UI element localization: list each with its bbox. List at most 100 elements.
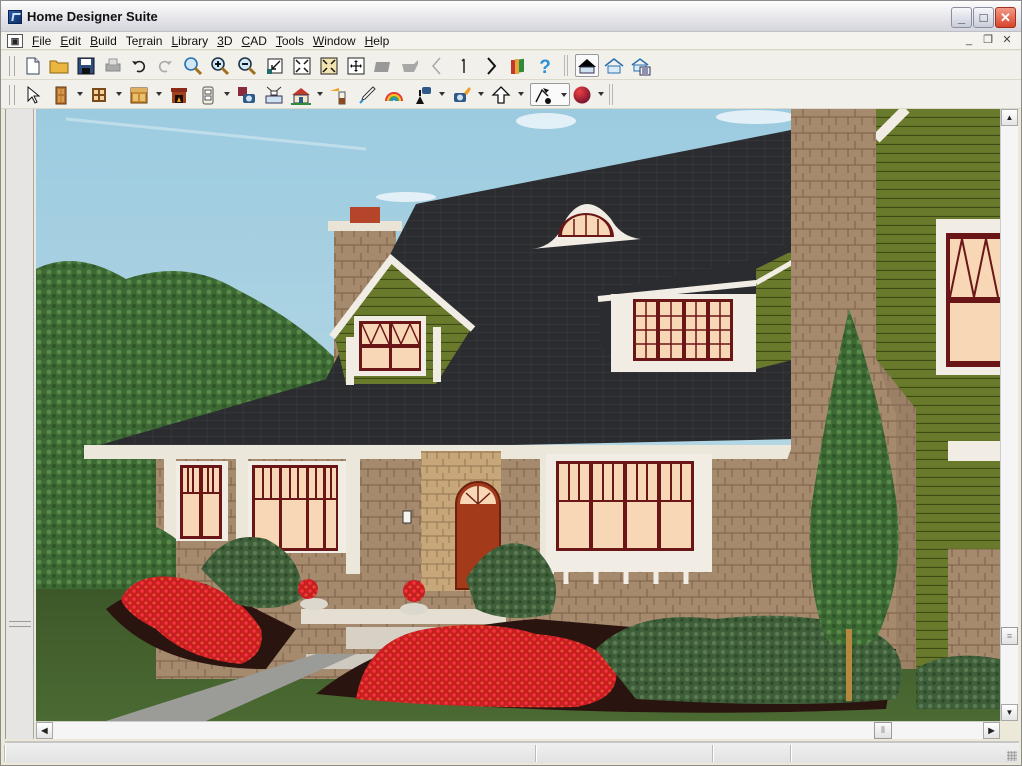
walkthrough-button[interactable] bbox=[450, 83, 474, 106]
menu-edit[interactable]: Edit bbox=[57, 33, 87, 49]
toolbar-grip[interactable] bbox=[9, 56, 15, 76]
redo-button[interactable] bbox=[153, 54, 177, 77]
windows-button[interactable] bbox=[87, 83, 111, 106]
next-button[interactable] bbox=[479, 54, 503, 77]
status-field bbox=[536, 745, 712, 762]
roof-view-icon bbox=[578, 58, 596, 73]
menu-window[interactable]: Window bbox=[310, 33, 362, 49]
menu-3d[interactable]: 3D bbox=[214, 33, 238, 49]
menu-file[interactable]: File bbox=[29, 33, 57, 49]
horizontal-scrollbar[interactable]: ◀ ⦀ ▶ bbox=[36, 721, 1000, 739]
doors-dropdown-arrow[interactable] bbox=[77, 92, 83, 96]
library-browser-button[interactable] bbox=[506, 54, 530, 77]
menu-build[interactable]: Build bbox=[87, 33, 123, 49]
walkthrough-dropdown-arrow[interactable] bbox=[478, 92, 484, 96]
scroll-right-button[interactable]: ▶ bbox=[983, 722, 1000, 739]
electrical-dropdown-arrow[interactable] bbox=[224, 92, 230, 96]
title-bar[interactable]: Home Designer Suite _ □ ✕ bbox=[1, 1, 1021, 32]
menu-bar: ▣ File Edit Build Terrain Library 3D CAD Tools W… bbox=[1, 32, 1021, 50]
document-minimize-button[interactable]: _ bbox=[961, 33, 977, 48]
camera-position-button[interactable] bbox=[411, 83, 435, 106]
pan-button[interactable] bbox=[344, 54, 368, 77]
3d-view-button[interactable] bbox=[289, 83, 313, 106]
windows-dropdown-arrow[interactable] bbox=[116, 92, 122, 96]
zoom-button[interactable] bbox=[181, 54, 205, 77]
elevation-button[interactable] bbox=[262, 83, 286, 106]
cabinets-dropdown-arrow[interactable] bbox=[156, 92, 162, 96]
plan-view-button[interactable] bbox=[629, 54, 653, 77]
exterior-view-button[interactable] bbox=[575, 54, 599, 77]
camera-button[interactable] bbox=[234, 83, 258, 106]
resize-grip[interactable] bbox=[1007, 751, 1017, 761]
toolbar-separator bbox=[609, 84, 613, 105]
fireplace-icon bbox=[171, 87, 187, 103]
cabinets-button[interactable] bbox=[127, 83, 151, 106]
save-button[interactable] bbox=[74, 54, 98, 77]
vertical-scrollbar[interactable]: ▲ ≡ ▼ bbox=[1000, 109, 1018, 721]
zoom-icon bbox=[184, 56, 203, 75]
move-button[interactable] bbox=[489, 83, 513, 106]
right-shrubs bbox=[916, 655, 1000, 709]
3d-view-dropdown-arrow[interactable] bbox=[317, 92, 323, 96]
walk-mode-dropdown-arrow[interactable] bbox=[561, 93, 567, 97]
menu-help[interactable]: Help bbox=[362, 33, 396, 49]
panel-resize-handle[interactable] bbox=[9, 621, 31, 627]
porch-lantern bbox=[402, 510, 412, 524]
doll-house-button[interactable] bbox=[602, 54, 626, 77]
app-logo-icon bbox=[8, 10, 22, 24]
move-dropdown-arrow[interactable] bbox=[518, 92, 524, 96]
zoom-in-button[interactable] bbox=[208, 54, 232, 77]
document-menu-icon[interactable]: ▣ bbox=[7, 34, 23, 48]
minimize-button[interactable]: _ bbox=[951, 7, 972, 28]
menu-terrain[interactable]: Terrain bbox=[123, 33, 169, 49]
eyedropper-button[interactable] bbox=[355, 83, 379, 106]
toolbar-grip[interactable] bbox=[9, 85, 15, 105]
scroll-up-button[interactable]: ▲ bbox=[1001, 109, 1018, 126]
fill-window-button[interactable] bbox=[290, 54, 314, 77]
document-window-controls: _ ❐ ✕ bbox=[961, 33, 1015, 48]
vertical-scroll-thumb[interactable]: ≡ bbox=[1001, 627, 1018, 645]
camera-position-dropdown-arrow[interactable] bbox=[439, 92, 445, 96]
paint-bucket-icon bbox=[330, 87, 346, 104]
document-close-button[interactable]: ✕ bbox=[999, 33, 1015, 48]
material-painter-button[interactable] bbox=[327, 83, 351, 106]
menu-cad[interactable]: CAD bbox=[239, 33, 273, 49]
previous-button[interactable] bbox=[425, 54, 449, 77]
close-button[interactable]: ✕ bbox=[995, 7, 1016, 28]
walk-mode-button[interactable] bbox=[530, 83, 570, 106]
select-objects-button[interactable] bbox=[21, 83, 45, 106]
scroll-down-button[interactable]: ▼ bbox=[1001, 704, 1018, 721]
chevron-down-icon: ▼ bbox=[1005, 708, 1014, 717]
maximize-button[interactable]: □ bbox=[973, 7, 994, 28]
cabinet-icon bbox=[130, 87, 148, 103]
print-button[interactable] bbox=[101, 54, 125, 77]
help-button[interactable]: ? bbox=[533, 54, 557, 77]
undo-button[interactable] bbox=[127, 54, 151, 77]
maximize-icon: □ bbox=[979, 10, 988, 25]
menu-tools[interactable]: Tools bbox=[273, 33, 310, 49]
doors-button[interactable] bbox=[49, 83, 73, 106]
floor-up-button[interactable] bbox=[398, 54, 422, 77]
3d-view-canvas[interactable] bbox=[36, 109, 1000, 721]
zoom-out-button[interactable] bbox=[235, 54, 259, 77]
floor-down-button[interactable] bbox=[371, 54, 395, 77]
menu-library[interactable]: Library bbox=[168, 33, 214, 49]
open-button[interactable] bbox=[47, 54, 71, 77]
floor-number[interactable] bbox=[452, 54, 476, 77]
svg-text:?: ? bbox=[539, 57, 551, 76]
fireplace-button[interactable] bbox=[167, 83, 191, 106]
electrical-button[interactable] bbox=[196, 83, 220, 106]
undo-zoom-button[interactable] bbox=[263, 54, 287, 77]
materials-button[interactable] bbox=[570, 83, 594, 106]
fill-window-building-button[interactable] bbox=[317, 54, 341, 77]
rendering-button[interactable] bbox=[382, 83, 406, 106]
materials-dropdown-arrow[interactable] bbox=[598, 92, 604, 96]
undo-icon bbox=[132, 60, 146, 72]
zoom-in-icon bbox=[211, 56, 230, 75]
horizontal-scroll-thumb[interactable]: ⦀ bbox=[874, 722, 892, 739]
app-window: Home Designer Suite _ □ ✕ ▣ File Edit Buil… bbox=[0, 0, 1022, 766]
camera-up-icon bbox=[416, 86, 431, 104]
scroll-left-button[interactable]: ◀ bbox=[36, 722, 53, 739]
document-restore-button[interactable]: ❐ bbox=[980, 33, 996, 48]
new-button[interactable] bbox=[21, 54, 45, 77]
